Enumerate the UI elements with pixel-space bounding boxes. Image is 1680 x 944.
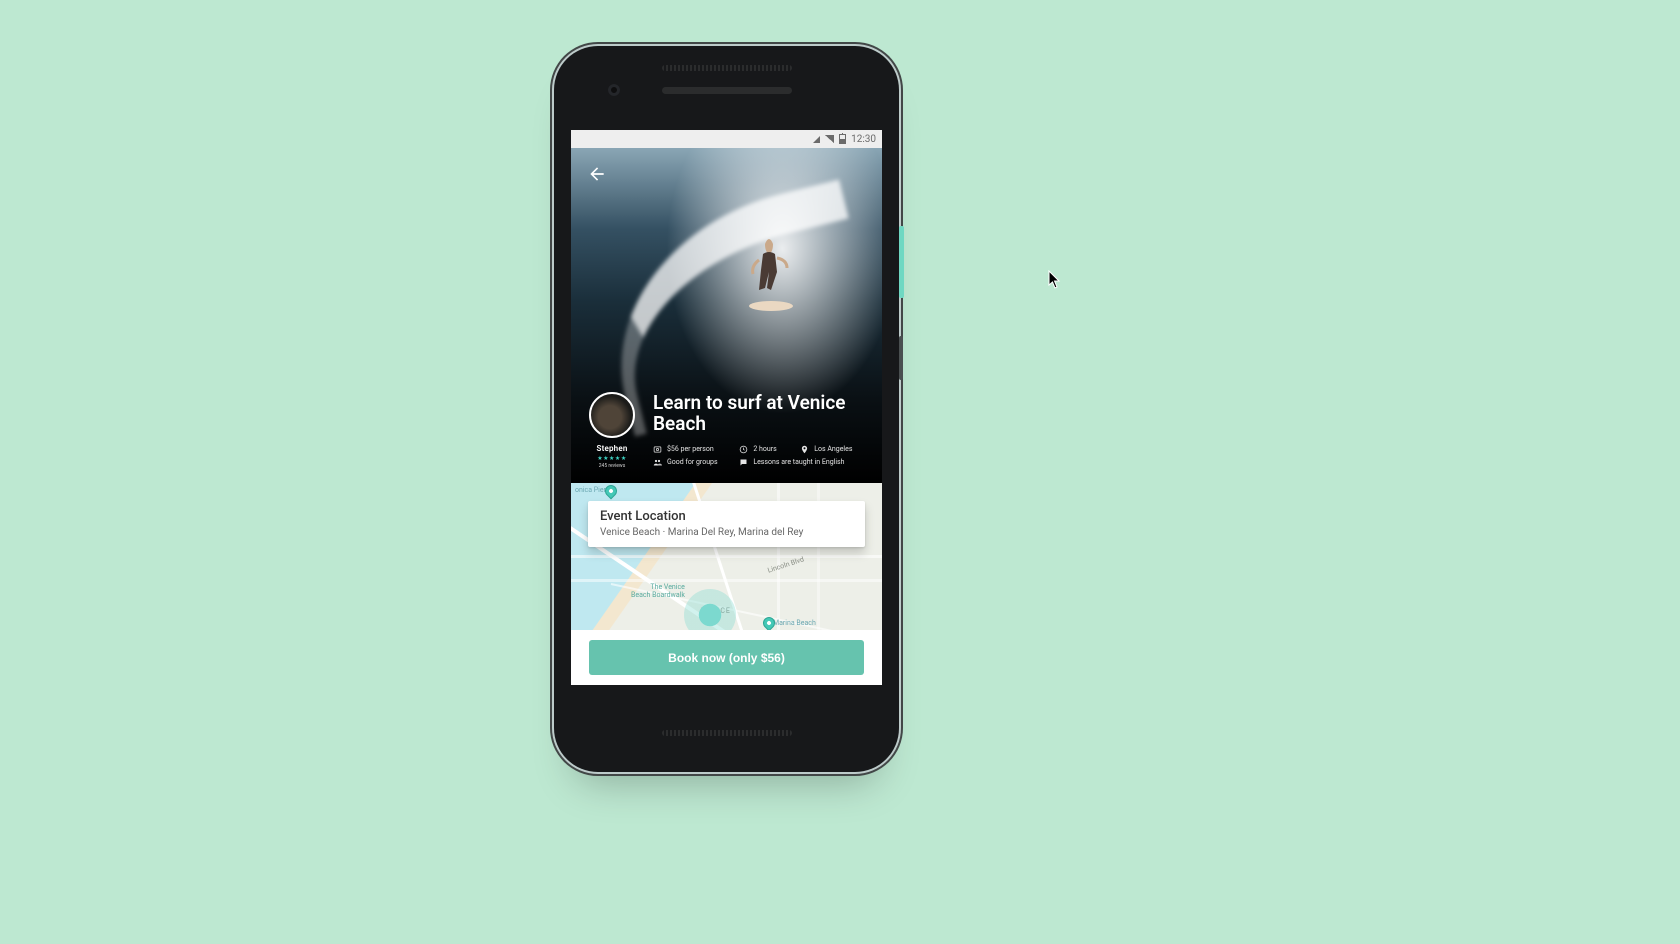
book-now-button[interactable]: Book now (only $56)	[589, 640, 864, 675]
meta-price: $56 per person	[653, 445, 727, 454]
status-time: 12:30	[851, 134, 876, 145]
phone-front-camera	[608, 84, 620, 96]
phone-bottom-speaker	[662, 730, 792, 736]
page-title: Learn to surf at Venice Beach	[653, 392, 864, 435]
meta-city-text: Los Angeles	[814, 445, 852, 453]
hero-title-block: Learn to surf at Venice Beach $56 per pe…	[653, 392, 864, 469]
mouse-cursor-icon	[1048, 270, 1062, 290]
map-label-boardwalk: The Venice Beach Boardwalk	[631, 583, 685, 599]
meta-duration: 2 hours	[739, 445, 788, 454]
hero-image: Stephen ★★★★★ 245 reviews Learn to surf …	[571, 148, 882, 483]
location-pin-icon	[800, 445, 809, 454]
back-arrow-icon	[587, 164, 607, 184]
map-label-lincoln: Lincoln Blvd	[767, 555, 805, 574]
battery-icon	[839, 134, 846, 144]
phone-screen: 12:30 Stephen ★★★★★	[571, 130, 882, 685]
map-road	[571, 555, 882, 558]
meta-groups-text: Good for groups	[667, 458, 718, 466]
cell-signal-icon	[825, 135, 834, 143]
host-block[interactable]: Stephen ★★★★★ 245 reviews	[589, 392, 635, 469]
meta-grid: $56 per person 2 hours Los Angeles	[653, 445, 864, 467]
cta-bar: Book now (only $56)	[571, 630, 882, 685]
wifi-icon	[813, 136, 820, 143]
meta-language-text: Lessons are taught in English	[753, 458, 844, 466]
clock-icon	[739, 445, 748, 454]
location-card-address: Venice Beach · Marina Del Rey, Marina de…	[600, 527, 853, 538]
phone-device-frame: 12:30 Stephen ★★★★★	[554, 46, 899, 772]
map-view[interactable]: onica Pier The Venice Beach Boardwalk VE…	[571, 483, 882, 630]
host-name: Stephen	[589, 444, 635, 453]
host-avatar	[589, 392, 635, 438]
phone-earpiece	[662, 87, 792, 94]
map-label-pier: onica Pier	[575, 486, 606, 494]
host-rating-stars: ★★★★★	[589, 455, 635, 462]
price-tag-icon	[653, 445, 662, 454]
location-card[interactable]: Event Location Venice Beach · Marina Del…	[588, 501, 865, 547]
chat-icon	[739, 458, 748, 467]
hero-surfer-graphic	[745, 234, 793, 312]
location-card-title: Event Location	[600, 509, 853, 524]
phone-top-speaker	[662, 65, 792, 71]
host-reviews-count: 245 reviews	[589, 463, 635, 469]
map-label-marina: Marina Beach	[773, 619, 816, 627]
meta-language: Lessons are taught in English	[739, 458, 864, 467]
map-road	[571, 579, 882, 582]
meta-groups: Good for groups	[653, 458, 727, 467]
meta-city: Los Angeles	[800, 445, 864, 454]
meta-duration-text: 2 hours	[753, 445, 776, 453]
hero-info-row: Stephen ★★★★★ 245 reviews Learn to surf …	[571, 392, 882, 469]
back-button[interactable]	[585, 162, 609, 186]
android-status-bar: 12:30	[571, 130, 882, 148]
group-icon	[653, 458, 662, 467]
meta-price-text: $56 per person	[667, 445, 714, 453]
